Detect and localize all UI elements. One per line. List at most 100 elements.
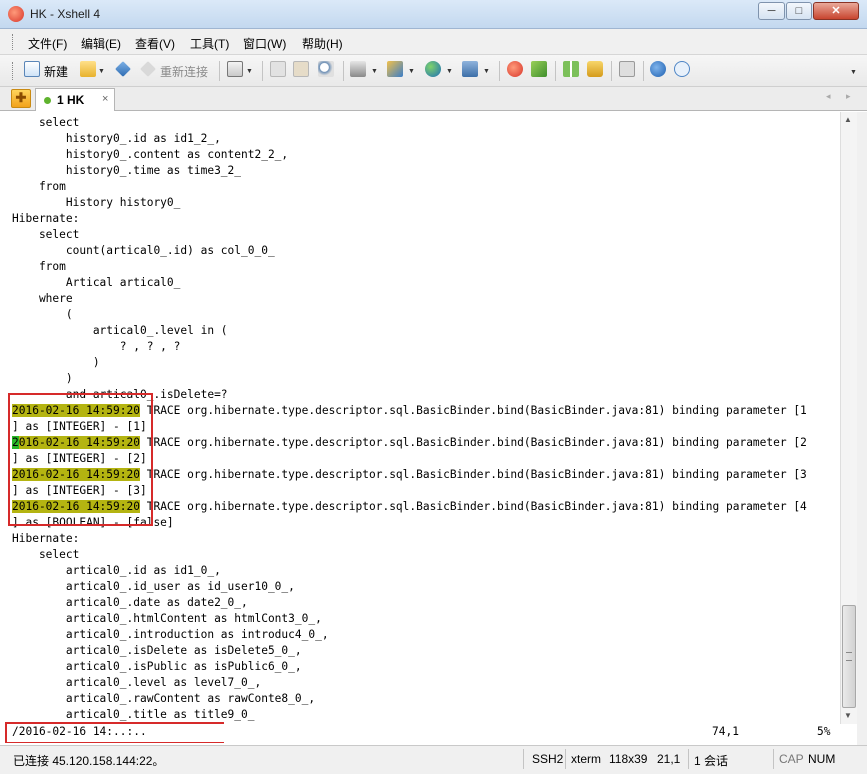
terminal-line: artical0_.introduction as introduc4_0_,	[12, 628, 329, 641]
terminal-line: artical0_.title as title9_0_	[12, 708, 255, 721]
layout-grid-icon	[563, 61, 579, 77]
session-tab-bar: ✚ 1 HK × ◂ ▸	[0, 87, 867, 111]
connect-button[interactable]	[115, 61, 133, 81]
terminal-line: history0_.content as content2_2_,	[12, 148, 289, 161]
reconnect-label: 重新连接	[160, 65, 209, 79]
tab-close-icon[interactable]: ×	[102, 93, 108, 105]
terminal-line: artical0_.date as date2_0_,	[12, 596, 248, 609]
paste-icon	[293, 61, 309, 77]
help-icon	[650, 61, 666, 77]
window-frame	[857, 112, 867, 745]
terminal-line: artical0_.rawContent as rawConte8_0_,	[12, 692, 316, 705]
copy-button[interactable]	[270, 61, 288, 81]
terminal-line: count(artical0_.id) as col_0_0_	[12, 244, 275, 257]
terminal-line: select	[12, 228, 80, 241]
minimize-button[interactable]: ─	[758, 2, 785, 20]
print-button[interactable]: ▼	[350, 61, 380, 81]
toolbar-separator	[343, 61, 344, 81]
terminal-size-field: 118x39	[609, 752, 648, 766]
menu-view[interactable]: 查看(V)	[135, 35, 175, 52]
xshell-app-icon	[8, 6, 24, 22]
command-line[interactable]: /2016-02-16 14:..:.. 74,1 5%	[7, 724, 857, 742]
reconnect-button[interactable]: 重新连接	[140, 61, 212, 81]
connection-status-icon	[44, 97, 51, 104]
cursor-position: 74,1	[712, 725, 739, 738]
folder-icon	[80, 61, 96, 77]
terminal-type-field: xterm	[571, 752, 601, 766]
terminal-line: artical0_.level as level7_0_,	[12, 676, 262, 689]
tab-scroll-right-icon[interactable]: ▸	[846, 91, 851, 102]
new-session-label: 新建	[44, 65, 69, 79]
layout-button[interactable]	[563, 61, 581, 81]
toolbar: 新建 ▼ 重新连接 ▼ ▼ ▼ ▼ ▼ ▼	[0, 55, 867, 87]
find-button[interactable]	[318, 61, 336, 81]
scroll-down-icon[interactable]: ▼	[844, 711, 852, 720]
window-title: HK - Xshell 4	[30, 7, 101, 21]
new-session-button[interactable]: 新建	[24, 61, 72, 81]
keyboard-button[interactable]	[619, 61, 637, 81]
status-separator	[523, 749, 524, 769]
terminal-line: from	[12, 180, 66, 193]
terminal-line: Hibernate:	[12, 532, 80, 545]
disconnected-link-icon	[140, 61, 156, 77]
scroll-up-icon[interactable]: ▲	[844, 115, 852, 124]
terminal-line: Hibernate:	[12, 212, 80, 225]
xshell-button[interactable]	[507, 61, 525, 81]
terminal-line: ? , ? , ?	[12, 340, 181, 353]
add-tab-button[interactable]: ✚	[11, 89, 31, 108]
toolbar-separator	[499, 61, 500, 81]
font-button[interactable]: ▼	[462, 61, 492, 81]
font-icon	[462, 61, 478, 77]
chevron-down-icon: ▼	[408, 68, 415, 75]
properties-button[interactable]: ▼	[227, 61, 255, 81]
help-button[interactable]	[650, 61, 668, 81]
terminal-line: (	[12, 308, 73, 321]
lock-button[interactable]	[587, 61, 605, 81]
menu-tools[interactable]: 工具(T)	[190, 35, 229, 52]
toolbar-separator	[643, 61, 644, 81]
chevron-down-icon: ▼	[246, 68, 253, 75]
xftp-button[interactable]	[531, 61, 549, 81]
toolbar-separator	[611, 61, 612, 81]
terminal-line: artical0_.isPublic as isPublic6_0_,	[12, 660, 302, 673]
terminal-line: where	[12, 292, 73, 305]
encoding-button[interactable]: ▼	[425, 61, 455, 81]
close-button[interactable]: ✕	[813, 2, 859, 20]
search-command-text: /2016-02-16 14:..:..	[12, 725, 147, 738]
scroll-thumb[interactable]	[842, 605, 856, 708]
terminal-line: artical0_.htmlContent as htmlCont3_0_,	[12, 612, 322, 625]
menu-grip	[12, 34, 16, 50]
scroll-percent: 5%	[817, 725, 831, 738]
title-bar: HK - Xshell 4 ─ □ ✕	[0, 0, 867, 29]
tab-scroll-left-icon[interactable]: ◂	[826, 91, 831, 102]
tab-label: 1 HK	[57, 93, 85, 107]
keyboard-icon	[619, 61, 635, 77]
thumb-grip	[846, 652, 852, 661]
chat-button[interactable]	[674, 61, 692, 81]
menu-file[interactable]: 文件(F)	[28, 35, 67, 52]
connection-status: 已连接 45.120.158.144:22。	[13, 754, 165, 768]
timestamp-annotation-box	[8, 393, 153, 526]
menu-window[interactable]: 窗口(W)	[243, 35, 286, 52]
status-separator	[688, 749, 689, 769]
link-icon	[115, 61, 131, 77]
chevron-down-icon: ▼	[483, 68, 490, 75]
chevron-down-icon: ▼	[98, 68, 105, 75]
terminal-line: history0_.time as time3_2_	[12, 164, 242, 177]
terminal-scrollbar[interactable]: ▲ ▼	[840, 112, 857, 724]
paste-button[interactable]	[293, 61, 311, 81]
caps-lock-indicator: CAP	[779, 752, 804, 766]
open-folder-button[interactable]: ▼	[80, 61, 108, 81]
terminal-line: from	[12, 260, 66, 273]
copy-icon	[270, 61, 286, 77]
toolbar-overflow-icon[interactable]: ▼	[850, 69, 857, 76]
file-transfer-icon	[387, 61, 403, 77]
new-session-icon	[24, 61, 40, 77]
transfer-button[interactable]: ▼	[387, 61, 417, 81]
maximize-button[interactable]: □	[786, 2, 812, 20]
menu-edit[interactable]: 编辑(E)	[81, 35, 121, 52]
lock-icon	[587, 61, 603, 77]
menu-help[interactable]: 帮助(H)	[302, 35, 343, 52]
tab-hk[interactable]: 1 HK ×	[35, 88, 115, 111]
terminal-line: )	[12, 356, 100, 369]
